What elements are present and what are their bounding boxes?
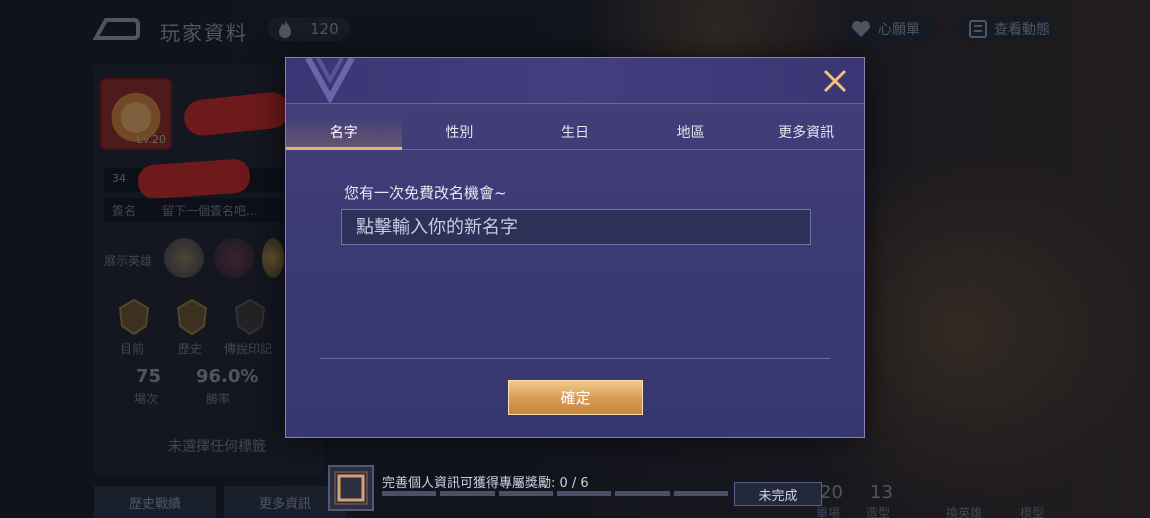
- quest-text: 完善個人資訊可獲得專屬獎勵: 0 / 6: [382, 476, 589, 491]
- quest-progress-bar: [382, 491, 728, 496]
- tab-region[interactable]: 地區: [633, 116, 749, 149]
- incomplete-status-button[interactable]: 未完成: [734, 482, 822, 506]
- game-background: 玩家資料 120 心願單 查看動態 Lv.20 34 簽名 留下一個簽名吧...…: [0, 0, 1150, 518]
- emblem-icon: [305, 58, 355, 104]
- progress-segment: [615, 491, 670, 496]
- confirm-button[interactable]: 確定: [508, 380, 643, 415]
- tab-gender[interactable]: 性別: [402, 116, 518, 149]
- progress-segment: [673, 491, 728, 496]
- tab-birthday[interactable]: 生日: [517, 116, 633, 149]
- progress-segment: [382, 491, 437, 496]
- frame-icon: [334, 471, 368, 505]
- quest-reward-icon[interactable]: [328, 465, 374, 511]
- new-name-input[interactable]: [341, 209, 811, 245]
- tab-more-info[interactable]: 更多資訊: [748, 116, 864, 149]
- divider: [320, 358, 830, 359]
- free-rename-hint: 您有一次免費改名機會~: [344, 184, 507, 202]
- progress-segment: [440, 491, 495, 496]
- close-button[interactable]: [822, 68, 848, 94]
- progress-segment: [498, 491, 553, 496]
- profile-tabs: 名字 性別 生日 地區 更多資訊: [286, 116, 864, 150]
- progress-segment: [556, 491, 612, 496]
- close-icon: [823, 69, 847, 93]
- edit-profile-dialog: 名字 性別 生日 地區 更多資訊 您有一次免費改名機會~ 確定: [285, 57, 865, 438]
- tab-name[interactable]: 名字: [286, 116, 402, 150]
- dialog-header: [286, 58, 864, 104]
